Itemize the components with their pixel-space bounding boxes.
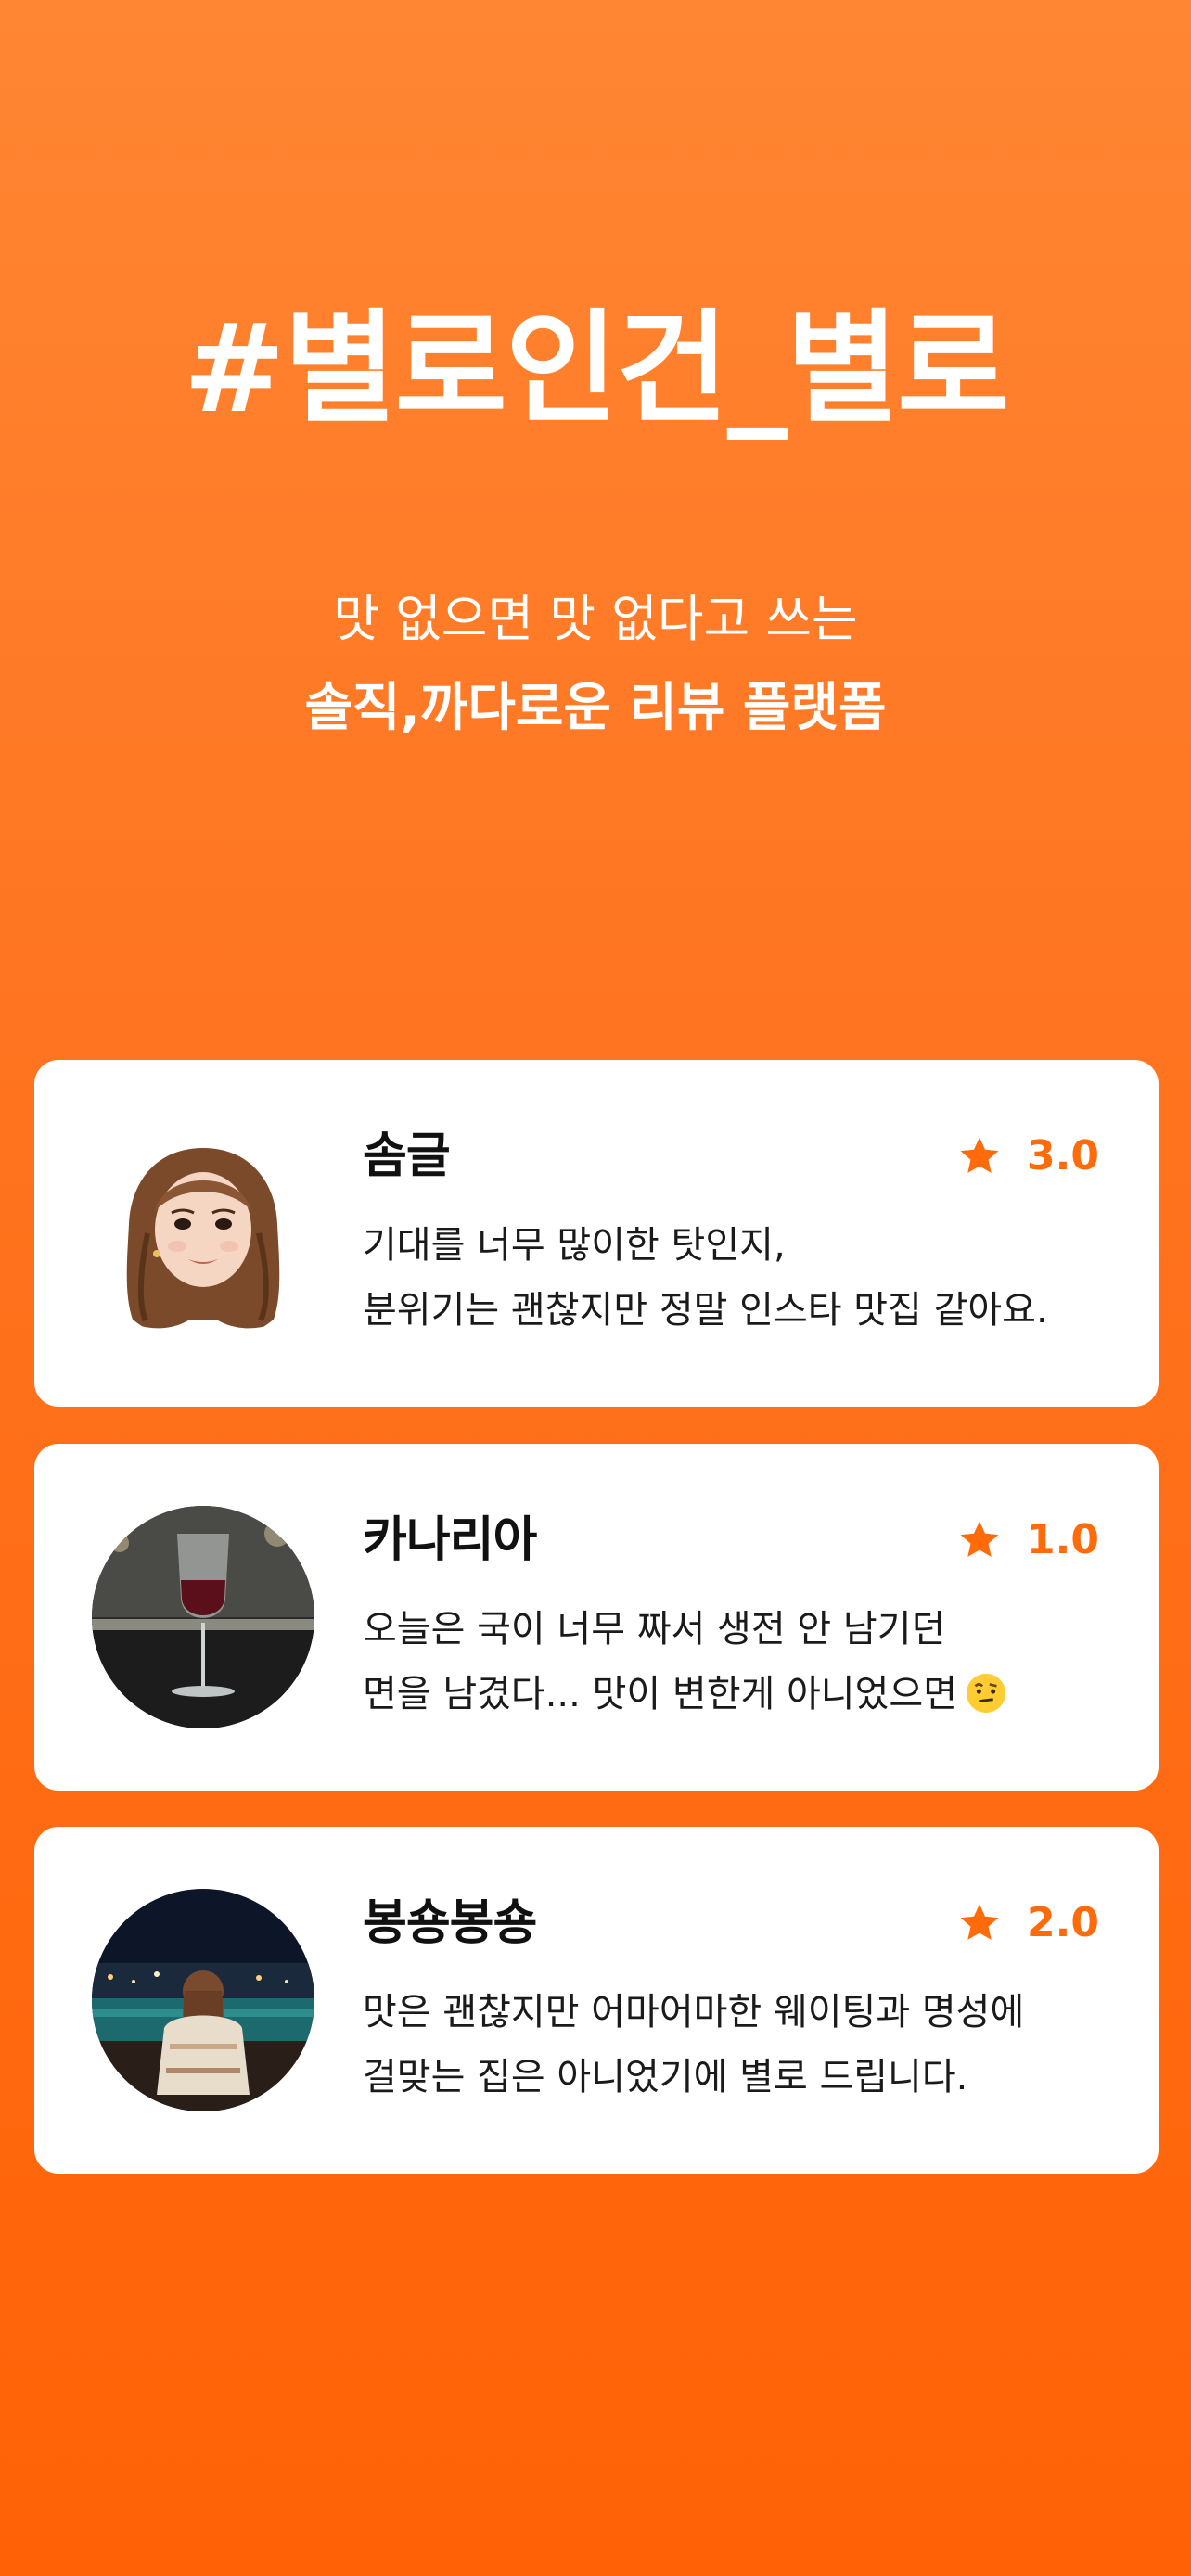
hero-subtitle-line2: 솔직,까다로운 리뷰 플랫폼 [304,678,887,738]
review-text-line1: 맛은 괜찮지만 어마어마한 웨이팅과 명성에 [363,1991,1025,2034]
review-card[interactable]: 카나리아 1.0 오늘은 국이 너무 짜서 생전 안 남기던 면을 남겼다...… [34,1444,1159,1791]
review-card[interactable]: 솜글 3.0 기대를 너무 많이한 탓인지, 분위기는 괜찮지만 정말 인스타 … [34,1060,1159,1407]
review-text-line2: 면을 남겼다... 맛이 변한게 아니었으면 [363,1666,1007,1722]
hero-title: #별로인건_별로 [183,298,1009,440]
raised-eyebrow-face-icon [966,1673,1006,1714]
star-icon [960,1137,999,1173]
rating: 1.0 [956,1512,1099,1568]
rating-score: 3.0 [1027,1132,1099,1180]
reviewer-name: 봉숑봉숑 [363,1895,537,1951]
review-text-line2: 분위기는 괜찮지만 정말 인스타 맛집 같아요. [363,1289,1048,1332]
night-view-photo-avatar [92,1889,314,2111]
review-card[interactable]: 봉숑봉숑 2.0 맛은 괜찮지만 어마어마한 웨이팅과 명성에 걸맞는 집은 아… [34,1827,1159,2174]
rating: 3.0 [956,1129,1099,1184]
review-text-line1: 오늘은 국이 너무 짜서 생전 안 남기던 [363,1608,946,1651]
reviewer-name: 카나리아 [363,1512,537,1568]
review-text-line2: 걸맞는 집은 아니었기에 별로 드립니다. [363,2056,968,2098]
rating-score: 1.0 [1027,1516,1099,1563]
star-icon [960,1521,999,1557]
review-text-line2-content: 면을 남겼다... 맛이 변한게 아니었으면 [363,1673,958,1715]
star-icon [960,1904,999,1940]
reviewer-name: 솜글 [363,1129,451,1184]
hero-subtitle-line1: 맛 없으면 맛 없다고 쓰는 [333,590,858,648]
memoji-avatar [92,1122,314,1345]
rating: 2.0 [956,1895,1099,1951]
rating-score: 2.0 [1027,1899,1099,1946]
review-text-line1: 기대를 너무 많이한 탓인지, [363,1224,786,1267]
wine-glass-photo-avatar [92,1506,314,1728]
